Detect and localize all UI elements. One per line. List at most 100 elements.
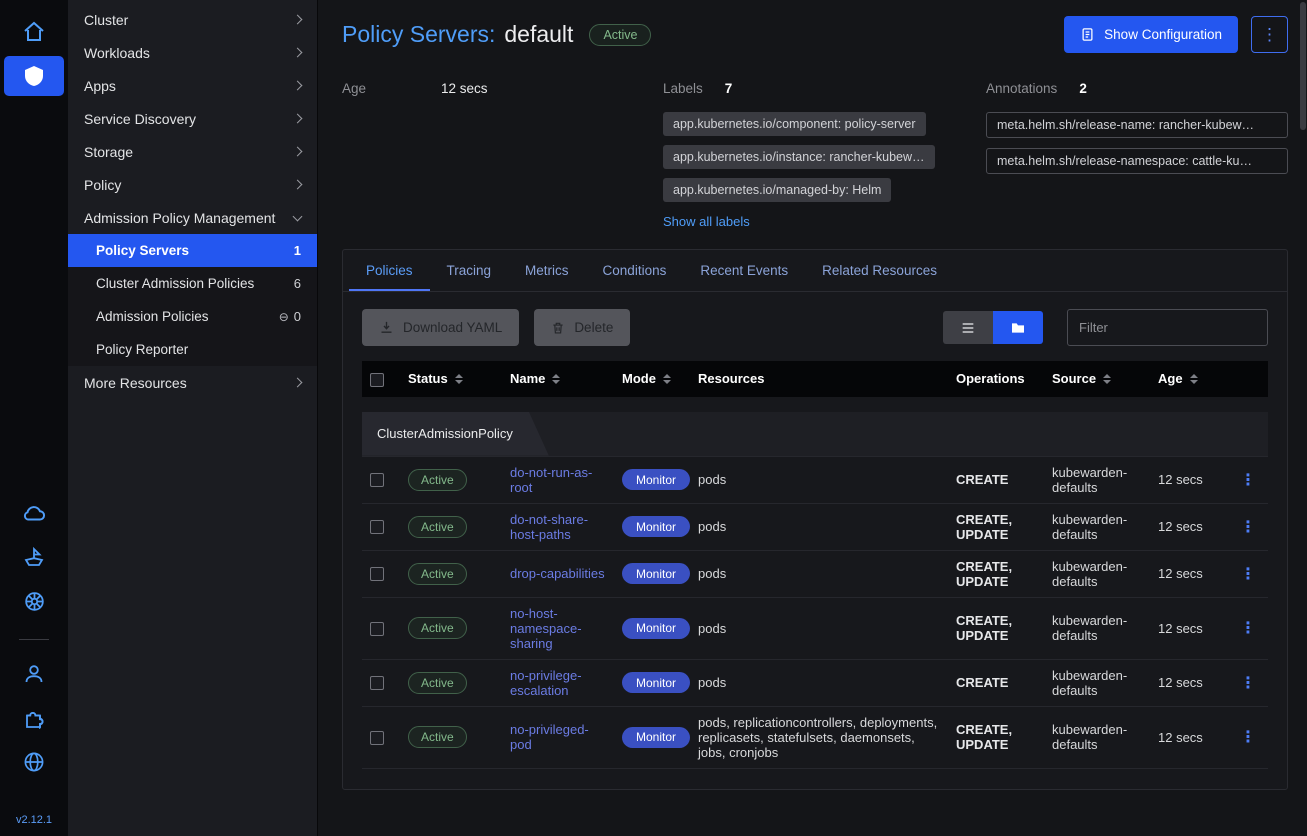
age-cell: 12 secs [1150,456,1228,503]
operations-cell: CREATE, UPDATE [948,550,1044,597]
filter-input[interactable] [1067,309,1268,346]
sidebar-item-cluster[interactable]: Cluster [68,3,317,36]
annotation-value: meta.helm.sh/release-name: rancher-kubew… [986,112,1288,138]
sort-icon[interactable] [455,374,463,384]
tab-recent-events[interactable]: Recent Events [683,250,805,291]
cluster-cloud-button[interactable] [12,493,56,533]
grouped-view-button[interactable] [993,311,1043,344]
user-button[interactable] [12,654,56,694]
row-checkbox[interactable] [370,622,384,636]
cluster-wheel-button[interactable] [12,581,56,621]
row-menu-button[interactable]: ⋮ [1228,503,1268,550]
age-value: 12 secs [441,81,488,96]
version-label: v2.12.1 [16,814,52,826]
sort-icon[interactable] [1190,374,1198,384]
age-section: Age 12 secs [342,81,663,96]
tab-tracing[interactable]: Tracing [430,250,509,291]
status-badge: Active [408,563,467,585]
extensions-button[interactable] [12,698,56,738]
delete-button[interactable]: Delete [534,309,630,346]
download-icon [379,320,394,335]
scrollbar-thumb[interactable] [1300,2,1306,130]
row-menu-button[interactable]: ⋮ [1228,659,1268,706]
policy-name-link[interactable]: do-not-share-host-paths [510,512,588,542]
header-actions: Show Configuration ⋮ [1064,16,1288,53]
mode-badge: Monitor [622,469,690,490]
grouped-view-icon [1010,320,1026,336]
age-cell: 12 secs [1150,503,1228,550]
policy-name-link[interactable]: do-not-run-as-root [510,465,592,495]
tab-policies[interactable]: Policies [349,250,430,291]
sort-icon[interactable] [1103,374,1111,384]
sidebar-item-policy-reporter[interactable]: Policy Reporter [68,333,317,366]
age-cell: 12 secs [1150,550,1228,597]
tab-conditions[interactable]: Conditions [586,250,684,291]
tab-related-resources[interactable]: Related Resources [805,250,954,291]
mode-badge: Monitor [622,672,690,693]
item-count: 1 [294,243,301,258]
sort-icon[interactable] [552,374,560,384]
sidebar-item-more-resources[interactable]: More Resources [68,366,317,399]
row-menu-button[interactable]: ⋮ [1228,550,1268,597]
app-root: v2.12.1 Cluster Workloads Apps Service D… [0,0,1307,836]
kubewarden-nav-button[interactable] [4,56,64,96]
chevron-right-icon [293,81,303,91]
policy-name-link[interactable]: no-privileged-pod [510,722,589,752]
download-yaml-button[interactable]: Download YAML [362,309,519,346]
age-cell: 12 secs [1150,706,1228,768]
label-chip: app.kubernetes.io/component: policy-serv… [663,112,926,136]
status-badge: Active [589,24,651,46]
mode-badge: Monitor [622,516,690,537]
sort-icon[interactable] [663,374,671,384]
sidebar-item-cluster-admission-policies[interactable]: Cluster Admission Policies 6 [68,267,317,300]
chevron-down-icon [293,211,303,221]
sidebar-item-admission-policy-management[interactable]: Admission Policy Management [68,201,317,234]
operations-cell: CREATE, UPDATE [948,503,1044,550]
table-header-row: Status Name Mode Resources Operations So… [362,361,1268,397]
mode-badge: Monitor [622,563,690,584]
table-row: Active no-privileged-pod Monitor pods, r… [362,706,1268,768]
sidebar: Cluster Workloads Apps Service Discovery… [68,0,318,836]
home-button[interactable] [12,12,56,52]
sidebar-item-storage[interactable]: Storage [68,135,317,168]
sidebar-item-service-discovery[interactable]: Service Discovery [68,102,317,135]
status-badge: Active [408,726,467,748]
select-all-checkbox[interactable] [370,373,384,387]
show-configuration-button[interactable]: Show Configuration [1064,16,1238,53]
source-cell: kubewarden-defaults [1044,659,1150,706]
mode-badge: Monitor [622,618,690,639]
main-content: Policy Servers: default Active Show Conf… [318,0,1307,836]
sidebar-item-admission-policies[interactable]: Admission Policies ⊖ 0 [68,300,317,333]
row-checkbox[interactable] [370,520,384,534]
policy-name-link[interactable]: drop-capabilities [510,566,605,581]
policy-name-link[interactable]: no-host-namespace-sharing [510,606,582,651]
show-all-labels-link[interactable]: Show all labels [663,214,750,229]
row-menu-button[interactable]: ⋮ [1228,456,1268,503]
source-cell: kubewarden-defaults [1044,597,1150,659]
row-checkbox[interactable] [370,473,384,487]
group-tab: ClusterAdmissionPolicy [362,412,549,456]
status-badge: Active [408,672,467,694]
sidebar-item-workloads[interactable]: Workloads [68,36,317,69]
annotations-label: Annotations [986,81,1057,96]
source-cell: kubewarden-defaults [1044,550,1150,597]
row-menu-button[interactable]: ⋮ [1228,706,1268,768]
sidebar-item-apps[interactable]: Apps [68,69,317,102]
row-checkbox[interactable] [370,567,384,581]
row-checkbox[interactable] [370,676,384,690]
cluster-ship-button[interactable] [12,537,56,577]
row-menu-button[interactable]: ⋮ [1228,597,1268,659]
page-title-name: default [504,21,573,48]
page-scrollbar[interactable] [1300,2,1306,834]
table-row: Active drop-capabilities Monitor pods CR… [362,550,1268,597]
globe-button[interactable] [12,742,56,782]
table-row: Active no-privilege-escalation Monitor p… [362,659,1268,706]
source-cell: kubewarden-defaults [1044,503,1150,550]
header-menu-button[interactable]: ⋮ [1251,16,1288,53]
row-checkbox[interactable] [370,731,384,745]
sidebar-item-policy-servers[interactable]: Policy Servers 1 [68,234,317,267]
sidebar-item-policy[interactable]: Policy [68,168,317,201]
policy-name-link[interactable]: no-privilege-escalation [510,668,582,698]
list-view-button[interactable] [943,311,993,344]
tab-metrics[interactable]: Metrics [508,250,586,291]
